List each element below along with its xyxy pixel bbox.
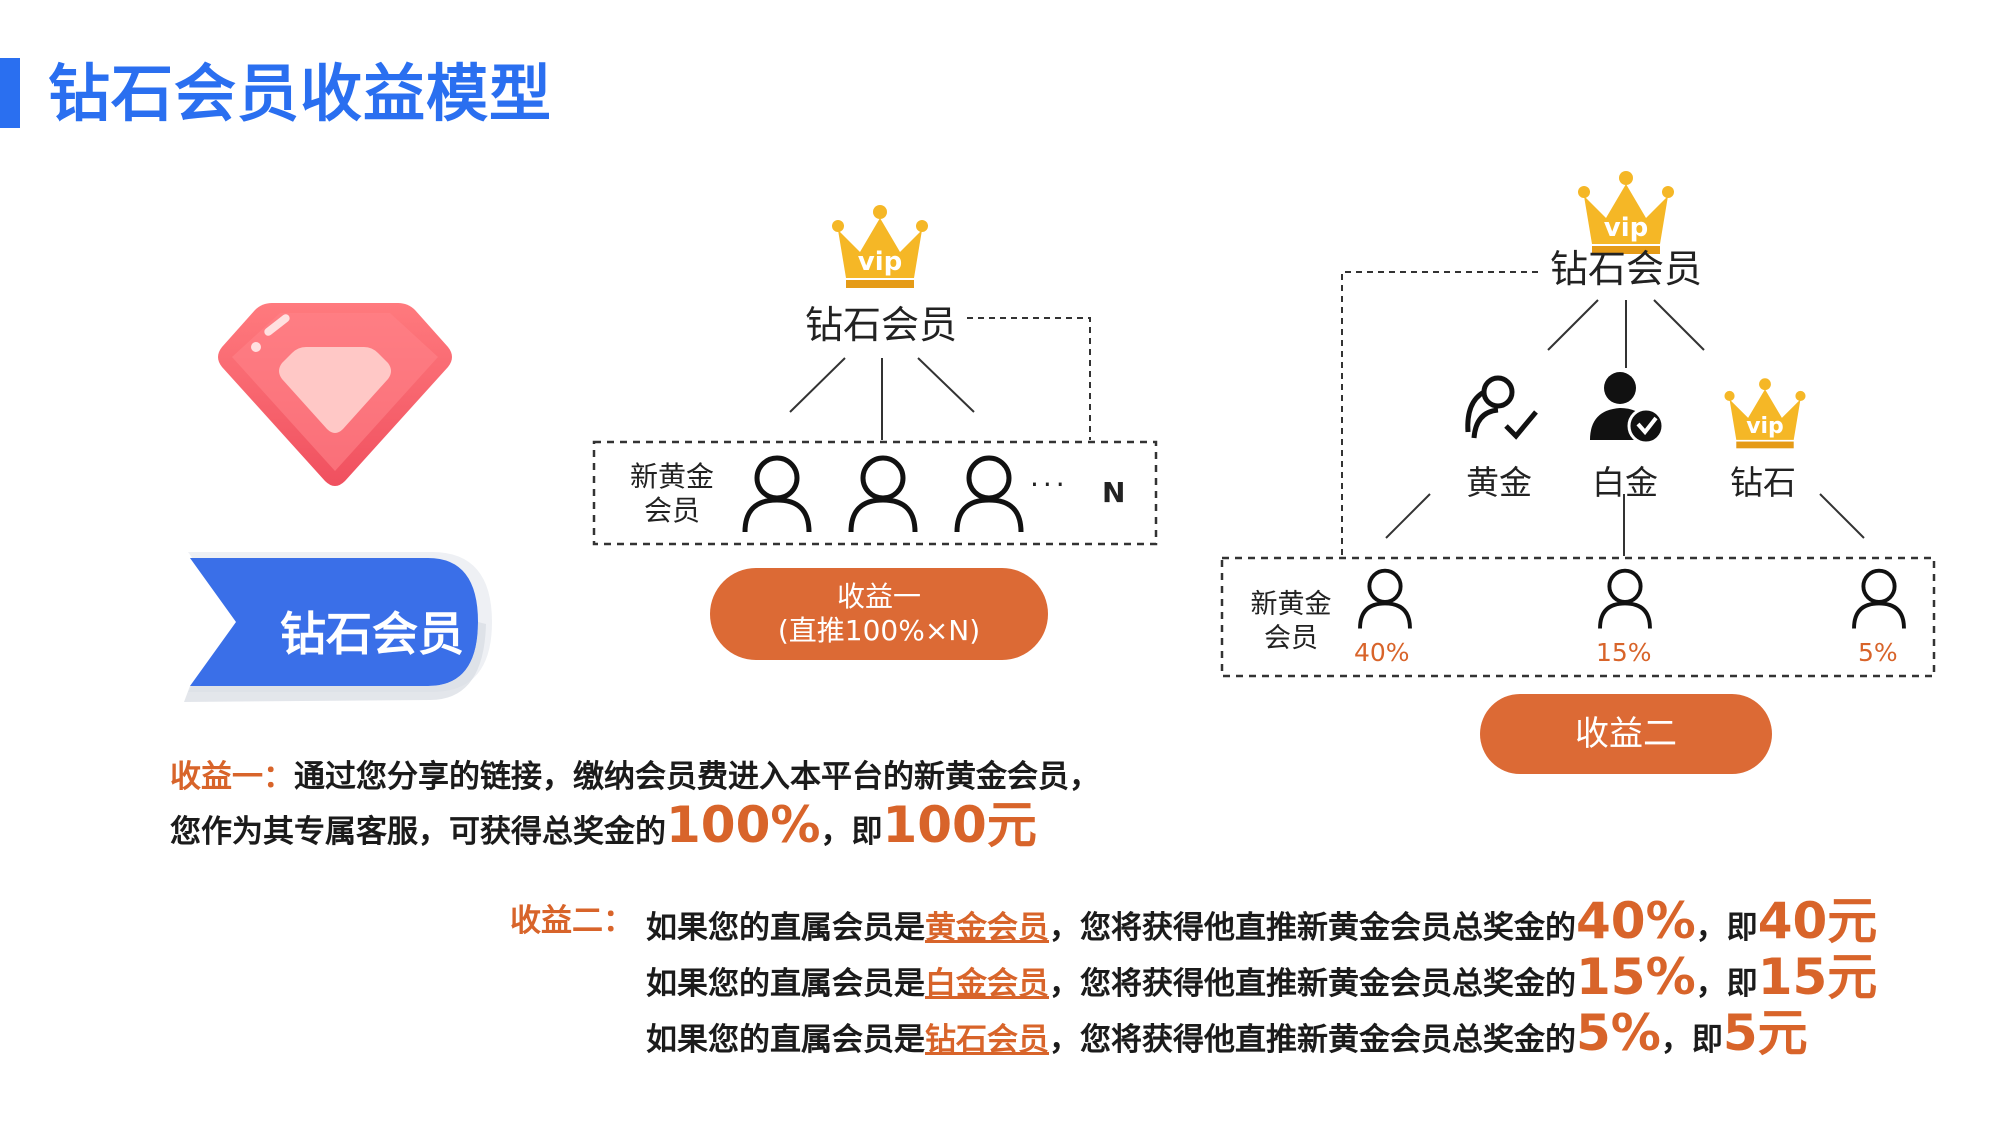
income2-row-platinum: 如果您的直属会员是白金会员，您将获得他直推新黄金会员总奖金的15%，即15元 <box>646 948 1878 1006</box>
member-diamond-label: 钻石 <box>1730 463 1796 502</box>
verified-user-icon <box>1590 372 1665 445</box>
member-gold-label: 黄金 <box>1466 463 1532 502</box>
income1-line2: 您作为其专属客服，可获得总奖金的100%，即100元 <box>170 800 1037 857</box>
member-platinum-label: 白金 <box>1592 463 1658 502</box>
income2-row-gold: 如果您的直属会员是黄金会员，您将获得他直推新黄金会员总奖金的40%，即40元 <box>646 892 1878 950</box>
row-amount: 40元 <box>1757 892 1878 950</box>
member-link-gold: 黄金会员 <box>925 910 1049 946</box>
user-check-icon <box>1465 375 1538 440</box>
percent-platinum: 15% <box>1596 638 1652 667</box>
income2-head: 收益二： <box>510 903 634 939</box>
vip-crown-icon: vip <box>1724 378 1806 449</box>
row-amount: 5元 <box>1722 1004 1808 1062</box>
income1-pct: 100% <box>666 796 821 854</box>
user-outline-icon <box>1852 568 1906 629</box>
income1-head: 收益一： <box>170 759 294 795</box>
percent-gold: 40% <box>1354 638 1410 667</box>
member-link-diamond: 钻石会员 <box>925 1022 1049 1058</box>
row-amount: 15元 <box>1757 948 1878 1006</box>
income1-amount: 100元 <box>882 796 1037 854</box>
user-outline-icon <box>1358 568 1412 629</box>
svg-text:vip: vip <box>1746 414 1784 439</box>
row-pct: 15% <box>1576 948 1696 1006</box>
income2-pill: 收益二 <box>1480 694 1772 774</box>
row-pct: 40% <box>1576 892 1696 950</box>
percent-diamond: 5% <box>1858 638 1898 667</box>
income1-line1: 收益一：通过您分享的链接，缴纳会员费进入本平台的新黄金会员， <box>170 752 1100 802</box>
diagram2-group-label: 新黄金 会员 <box>1250 589 1332 654</box>
row-pct: 5% <box>1576 1004 1661 1062</box>
member-link-platinum: 白金会员 <box>925 966 1049 1002</box>
income2-row-diamond: 如果您的直属会员是钻石会员，您将获得他直推新黄金会员总奖金的5%，即5元 <box>646 1004 1808 1062</box>
income1-text1: 通过您分享的链接，缴纳会员费进入本平台的新黄金会员， <box>294 759 1100 795</box>
income1-mid: ，即 <box>820 814 883 850</box>
income1-text2: 您作为其专属客服，可获得总奖金的 <box>170 814 666 850</box>
user-outline-icon <box>1598 568 1652 629</box>
